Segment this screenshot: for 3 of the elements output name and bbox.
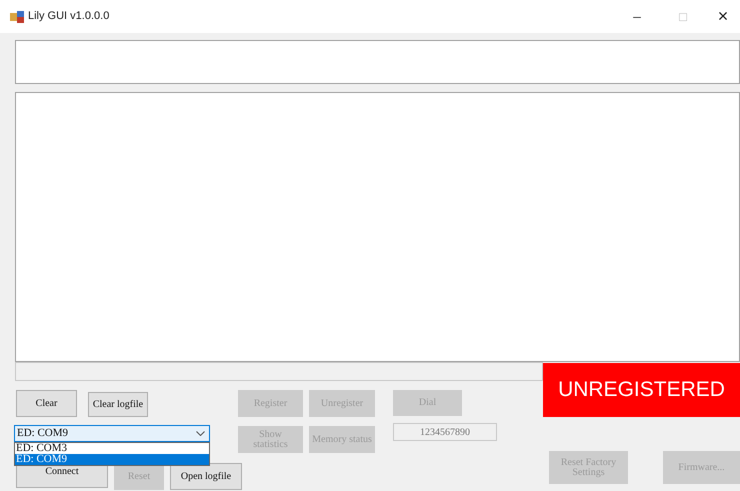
dropdown-value: ED: COM9 — [17, 426, 68, 442]
registration-status: UNREGISTERED — [543, 363, 740, 417]
window-title: Lily GUI v1.0.0.0 — [28, 9, 110, 24]
